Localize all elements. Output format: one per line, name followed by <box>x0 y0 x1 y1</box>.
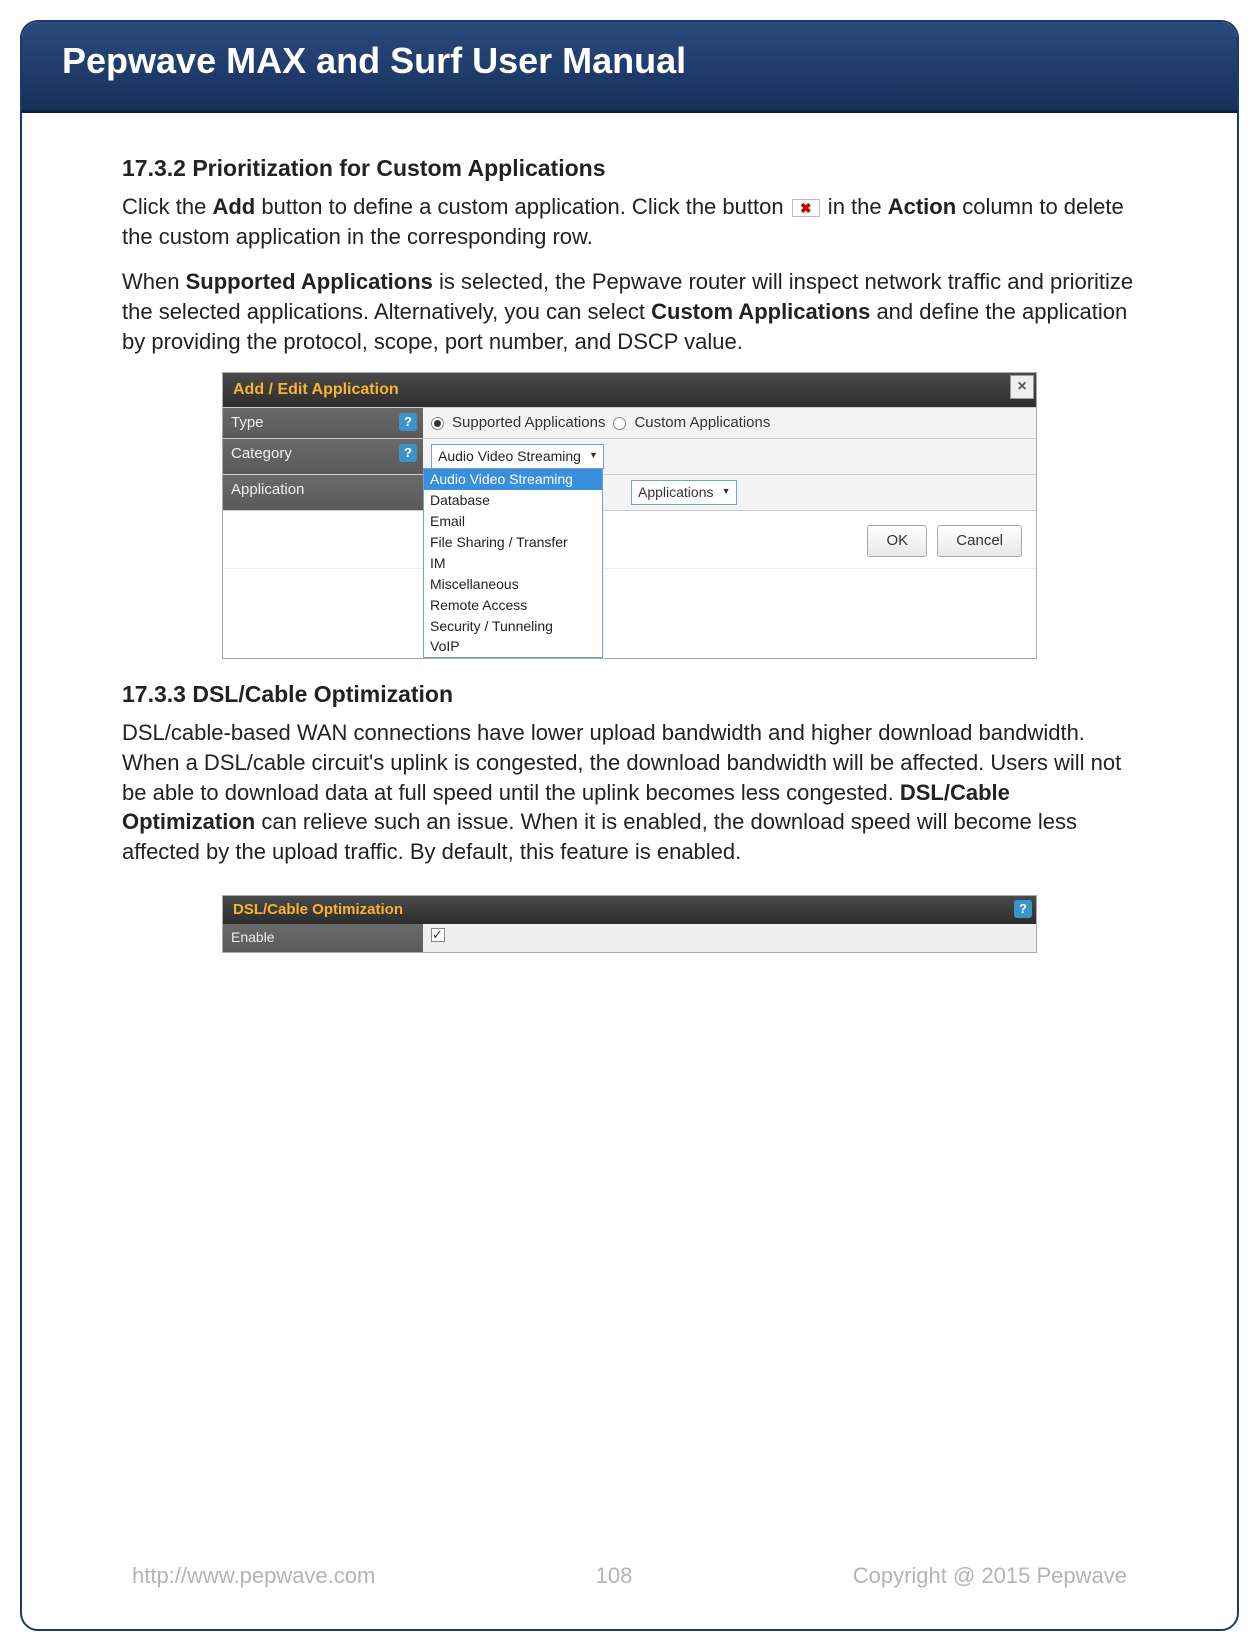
supported-apps-bold: Supported Applications <box>186 269 433 294</box>
add-edit-application-dialog: Add / Edit Application × Type ? Supporte… <box>222 372 1037 659</box>
text: button to define a custom application. C… <box>255 194 789 219</box>
close-icon[interactable]: × <box>1010 375 1034 399</box>
section-17-3-2-para1: Click the Add button to define a custom … <box>122 192 1137 251</box>
page-number: 108 <box>596 1563 633 1589</box>
ok-button[interactable]: OK <box>867 525 927 557</box>
text: in the <box>822 194 888 219</box>
help-icon[interactable]: ? <box>399 413 417 431</box>
category-label-text: Category <box>231 445 292 462</box>
enable-row: Enable <box>223 924 1036 952</box>
category-row: Category ? Audio Video Streaming Audio V… <box>223 438 1036 474</box>
custom-apps-option: Custom Applications <box>634 413 770 433</box>
section-17-3-2-para2: When Supported Applications is selected,… <box>122 267 1137 356</box>
application-select[interactable]: Applications <box>631 480 737 505</box>
dropdown-item[interactable]: Email <box>424 511 602 532</box>
dropdown-item[interactable]: Remote Access <box>424 595 602 616</box>
dialog-title-bar: Add / Edit Application × <box>223 373 1036 407</box>
footer-url: http://www.pepwave.com <box>132 1563 375 1589</box>
text: When <box>122 269 186 294</box>
type-field: Supported Applications Custom Applicatio… <box>423 408 1036 438</box>
custom-apps-radio[interactable] <box>613 417 626 430</box>
application-row: Application Applications <box>223 474 1036 510</box>
manual-title: Pepwave MAX and Surf User Manual <box>62 40 686 81</box>
page-frame: Pepwave MAX and Surf User Manual 17.3.2 … <box>20 20 1239 1631</box>
type-label: Type ? <box>223 408 423 438</box>
help-icon[interactable]: ? <box>399 444 417 462</box>
supported-apps-radio[interactable] <box>431 417 444 430</box>
dropdown-item[interactable]: Security / Tunneling <box>424 616 602 637</box>
application-label: Application <box>223 475 423 510</box>
dsl-panel-title-bar: DSL/Cable Optimization ? <box>223 896 1036 924</box>
text: can relieve such an issue. When it is en… <box>122 809 1077 864</box>
page-footer: http://www.pepwave.com 108 Copyright @ 2… <box>22 1563 1237 1589</box>
action-bold: Action <box>888 194 956 219</box>
enable-checkbox[interactable] <box>431 928 445 942</box>
dropdown-item[interactable]: IM <box>424 553 602 574</box>
enable-label: Enable <box>223 924 423 952</box>
cancel-button[interactable]: Cancel <box>937 525 1022 557</box>
application-label-text: Application <box>231 481 304 498</box>
add-bold: Add <box>212 194 255 219</box>
category-dropdown[interactable]: Audio Video Streaming Database Email Fil… <box>423 468 603 658</box>
type-row: Type ? Supported Applications Custom App… <box>223 407 1036 438</box>
manual-header: Pepwave MAX and Surf User Manual <box>22 22 1237 113</box>
section-17-3-3-para1: DSL/cable-based WAN connections have low… <box>122 718 1137 866</box>
dropdown-item[interactable]: File Sharing / Transfer <box>424 532 602 553</box>
section-17-3-3-heading: 17.3.3 DSL/Cable Optimization <box>122 679 1137 710</box>
delete-icon: ✖ <box>792 199 820 217</box>
dialog-button-row: OK Cancel <box>223 510 1036 568</box>
section-17-3-2-heading: 17.3.2 Prioritization for Custom Applica… <box>122 153 1137 184</box>
dsl-panel-title: DSL/Cable Optimization <box>233 901 403 918</box>
dropdown-item-selected[interactable]: Audio Video Streaming <box>424 469 602 490</box>
category-label: Category ? <box>223 439 423 474</box>
text: Click the <box>122 194 212 219</box>
dialog-title: Add / Edit Application <box>233 381 399 398</box>
dropdown-item[interactable]: Database <box>424 490 602 511</box>
enable-field <box>423 924 1036 952</box>
dropdown-item[interactable]: Miscellaneous <box>424 574 602 595</box>
dropdown-item[interactable]: VoIP <box>424 636 602 657</box>
custom-apps-bold: Custom Applications <box>651 299 870 324</box>
category-select[interactable]: Audio Video Streaming <box>431 444 604 469</box>
footer-copyright: Copyright @ 2015 Pepwave <box>853 1563 1127 1589</box>
page-content: 17.3.2 Prioritization for Custom Applica… <box>22 113 1237 953</box>
type-label-text: Type <box>231 414 264 431</box>
dsl-cable-optimization-panel: DSL/Cable Optimization ? Enable <box>222 895 1037 954</box>
supported-apps-option: Supported Applications <box>452 413 605 433</box>
dialog-whitespace <box>223 568 1036 658</box>
help-icon[interactable]: ? <box>1014 900 1032 918</box>
